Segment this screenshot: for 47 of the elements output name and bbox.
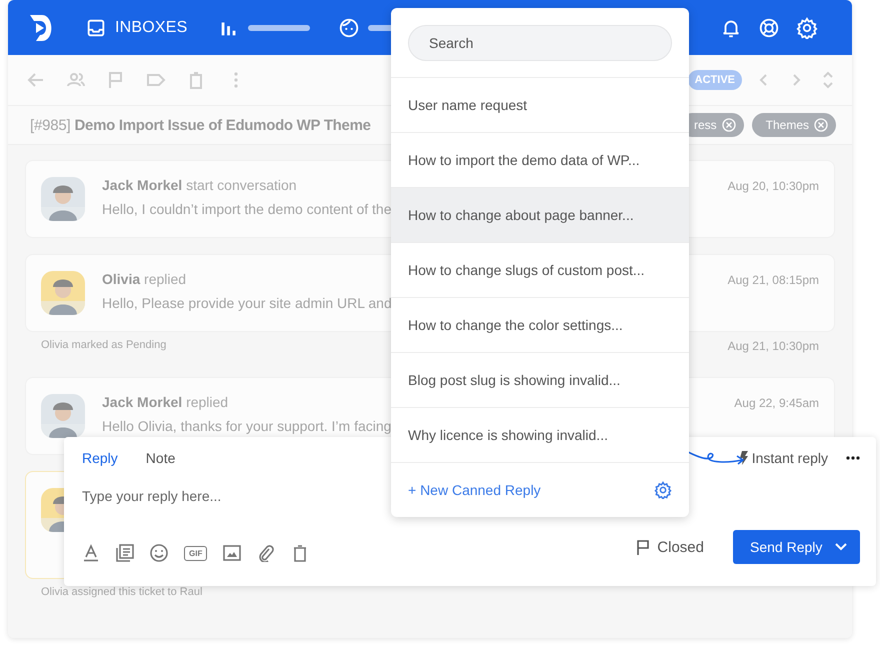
- message-time: Aug 21, 08:15pm: [728, 273, 819, 289]
- caret-icon[interactable]: [834, 542, 848, 552]
- emoji-icon[interactable]: [150, 544, 168, 562]
- message-header: Jack Morkel start conversation: [102, 177, 297, 193]
- menu-item[interactable]: How to change about page banner...: [391, 188, 689, 243]
- search-field[interactable]: Search: [408, 24, 672, 60]
- flag-icon[interactable]: [635, 539, 652, 555]
- face-icon[interactable]: [338, 16, 360, 38]
- tag-label: ress: [694, 118, 717, 132]
- more-icon[interactable]: [846, 456, 860, 460]
- event-text: Olivia assigned this ticket to Raul: [41, 586, 202, 598]
- menu-item[interactable]: How to change slugs of custom post...: [391, 243, 689, 298]
- settings-icon[interactable]: [654, 481, 672, 499]
- send-reply-button[interactable]: Send Reply: [733, 530, 860, 564]
- nav-link[interactable]: INBOXES: [115, 18, 188, 36]
- text-format-icon[interactable]: [82, 544, 100, 562]
- gif-button[interactable]: GIF: [184, 546, 208, 560]
- event-text: Olivia marked as Pending: [41, 339, 166, 351]
- new-canned-reply-link[interactable]: + New Canned Reply: [408, 482, 541, 498]
- message-text: Hello Olivia, thanks for your support. I’m facing: [102, 418, 392, 434]
- message-header: Olivia replied: [102, 271, 186, 287]
- paperclip-icon[interactable]: [257, 544, 276, 562]
- lifebuoy-icon[interactable]: [758, 16, 780, 38]
- message-time: Aug 22, 9:45am: [734, 396, 819, 412]
- remove-icon[interactable]: [722, 118, 736, 132]
- image-icon[interactable]: [223, 544, 242, 562]
- menu-item[interactable]: Blog post slug is showing invalid...: [391, 353, 689, 408]
- event-time: Aug 21, 10:30pm: [728, 339, 819, 353]
- ticket-title: Demo Import Issue of Edumodo WP Theme: [74, 116, 371, 134]
- message-header: Jack Morkel replied: [102, 394, 228, 410]
- tag-label: Themes: [766, 118, 809, 132]
- menu-item[interactable]: How to change the color settings...: [391, 298, 689, 353]
- menu-item[interactable]: User name request: [391, 78, 689, 133]
- instant-reply-link[interactable]: Instant reply: [752, 450, 828, 466]
- remove-icon[interactable]: [814, 118, 828, 132]
- message-time: Aug 20, 10:30pm: [728, 179, 819, 195]
- placeholder-bar: [248, 24, 310, 30]
- status-badge: ACTIVE: [688, 70, 742, 90]
- bolt-icon[interactable]: [738, 451, 749, 465]
- tab[interactable]: Reply: [82, 450, 118, 466]
- ticket-number: [#985]: [30, 116, 71, 134]
- annotation-arrow: [688, 449, 746, 467]
- tab[interactable]: Note: [146, 450, 176, 466]
- article-icon[interactable]: [116, 544, 134, 562]
- status-label: Closed: [657, 538, 704, 556]
- message-text: Hello, Please provide your site admin URL and: [102, 295, 392, 311]
- message-text: Hello, I couldn’t import the demo content of the: [102, 201, 392, 217]
